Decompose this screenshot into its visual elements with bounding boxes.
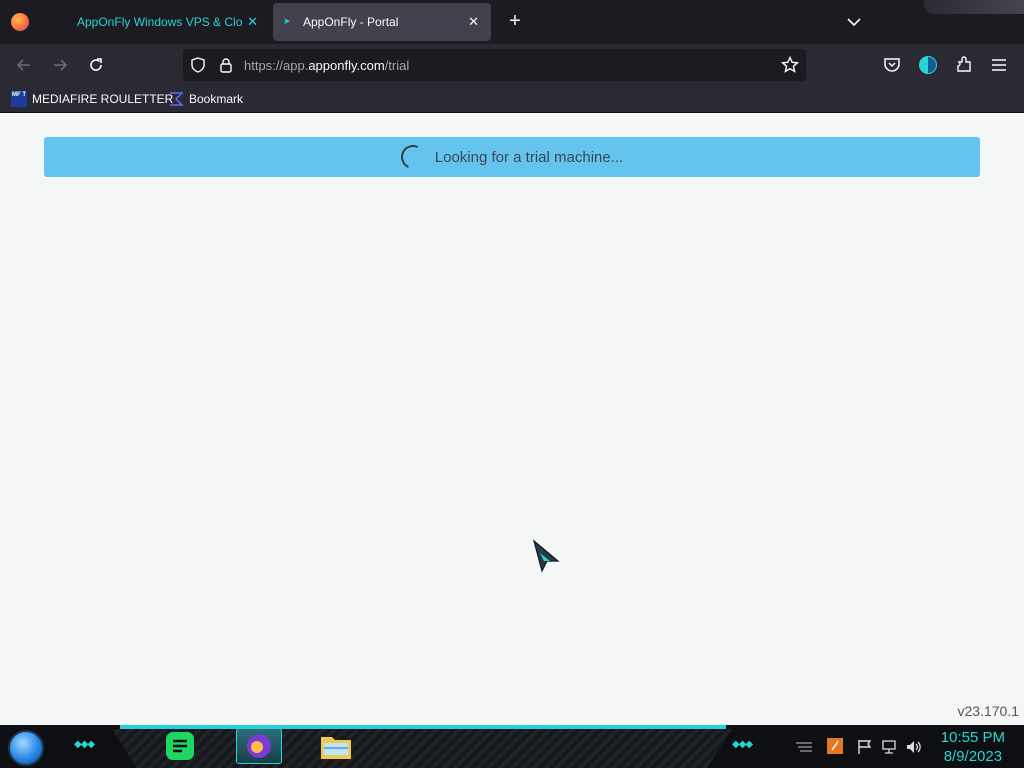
forward-button[interactable] — [49, 54, 71, 76]
java-tray-icon[interactable] — [827, 738, 843, 754]
file-explorer-icon[interactable] — [320, 730, 352, 762]
address-bar[interactable]: https://app.apponfly.com/trial — [183, 49, 806, 81]
bookmark-label: Bookmark — [189, 92, 244, 106]
url-path: /trial — [384, 58, 410, 73]
url-text[interactable]: https://app.apponfly.com/trial — [244, 58, 409, 73]
loading-spinner-icon — [397, 141, 429, 173]
chevron-down-icon[interactable] — [844, 13, 864, 31]
volume-icon[interactable] — [905, 739, 921, 755]
clock-time: 10:55 PM — [940, 729, 1005, 746]
taskbar-frame — [112, 729, 732, 768]
notes-app-icon[interactable] — [164, 730, 196, 762]
lock-icon[interactable] — [217, 56, 235, 74]
pocket-icon[interactable] — [881, 54, 903, 76]
tab-apponfly-portal[interactable]: ➤ AppOnFly - Portal ✕ — [273, 3, 491, 41]
status-message: Looking for a trial machine... — [434, 148, 624, 166]
status-alert: Looking for a trial machine... — [44, 137, 980, 177]
menu-icon[interactable] — [988, 54, 1010, 76]
mft-icon: MF T — [11, 91, 27, 107]
navigation-toolbar: https://app.apponfly.com/trial — [0, 44, 1024, 86]
taskbar: ◆◆◆ ◆◆◆ 10:55 PM 8/9/2023 — [0, 725, 1024, 768]
mouse-cursor-icon — [532, 539, 560, 578]
tray-stripes-icon[interactable] — [794, 739, 812, 755]
account-avatar-icon[interactable] — [917, 54, 939, 76]
deco-chevrons-icon: ◆◆◆ — [732, 739, 753, 750]
clock-date: 8/9/2023 — [943, 748, 1003, 765]
version-label: v23.170.1 — [957, 703, 1020, 719]
taskbar-glow — [120, 725, 726, 729]
deco-chevrons-icon: ◆◆◆ — [74, 739, 95, 750]
firefox-icon[interactable] — [11, 13, 29, 31]
tab-title: AppOnFly - Portal — [303, 15, 399, 29]
titlebar-decoration — [924, 0, 1024, 14]
tab-bar: AppOnFly Windows VPS & Cloud ✕ ➤ AppOnFl… — [0, 0, 1024, 44]
bookmark-label: MEDIAFIRE ROULETTER — [32, 92, 174, 106]
sigma-icon — [168, 91, 184, 107]
close-icon[interactable]: ✕ — [247, 14, 258, 30]
bookmarks-toolbar: MF T MEDIAFIRE ROULETTER Bookmark — [0, 86, 1024, 113]
network-icon[interactable] — [881, 739, 897, 755]
bookmark-mediafire-rouletter[interactable]: MF T MEDIAFIRE ROULETTER — [11, 90, 173, 108]
new-tab-button[interactable]: + — [505, 11, 525, 31]
reload-button[interactable] — [85, 54, 107, 76]
bookmark-item[interactable]: Bookmark — [168, 90, 243, 108]
start-button[interactable] — [8, 730, 44, 766]
extensions-icon[interactable] — [953, 54, 975, 76]
star-icon[interactable] — [781, 56, 799, 74]
url-domain: apponfly.com — [308, 58, 385, 73]
back-button[interactable] — [13, 54, 35, 76]
page-content: Looking for a trial machine... v23.170.1 — [0, 113, 1024, 725]
tab-title: AppOnFly Windows VPS & Cloud — [77, 15, 243, 29]
firefox-taskbar-icon[interactable] — [236, 728, 282, 764]
close-icon[interactable]: ✕ — [468, 14, 479, 30]
shield-icon[interactable] — [189, 56, 207, 74]
system-clock[interactable]: 10:55 PM 8/9/2023 — [941, 728, 1005, 766]
url-prefix: https://app. — [244, 58, 309, 73]
apponfly-favicon-icon: ➤ — [283, 16, 291, 26]
flag-icon[interactable] — [857, 739, 873, 755]
tab-apponfly-windows-vps[interactable]: AppOnFly Windows VPS & Cloud ✕ — [44, 3, 270, 41]
